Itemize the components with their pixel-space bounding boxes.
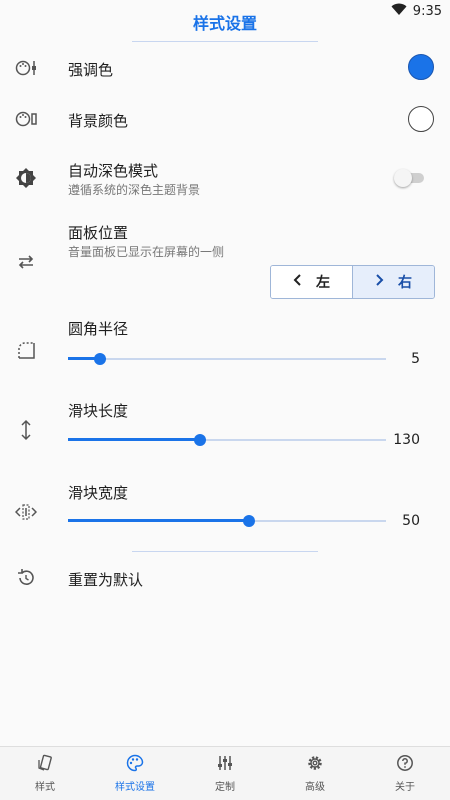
toggle-thumb [394, 169, 412, 187]
section-divider [132, 551, 318, 552]
background-color-swatch[interactable] [408, 106, 434, 132]
swap-horizontal-icon [14, 250, 38, 274]
palette-bar-icon [14, 107, 38, 131]
corner-radius-value: 5 [411, 351, 420, 367]
corner-radius-row: 圆角半径 5 [0, 316, 450, 374]
background-color-label: 背景颜色 [68, 112, 129, 130]
slider-length-value: 130 [393, 432, 420, 448]
nav-item-style-settings[interactable]: 样式设置 [90, 747, 180, 800]
accent-color-swatch[interactable] [408, 54, 434, 80]
auto-dark-description: 遵循系统的深色主题背景 [68, 183, 201, 197]
slider-thumb[interactable] [93, 353, 106, 365]
reset-row[interactable]: 重置为默认 [0, 562, 450, 594]
nav-label-advanced: 高级 [305, 782, 325, 793]
slider-width-slider[interactable] [68, 513, 386, 529]
reset-label: 重置为默认 [68, 571, 144, 589]
horizontal-resize-icon [14, 500, 38, 524]
accent-color-label: 强调色 [68, 61, 114, 79]
auto-dark-toggle[interactable] [394, 168, 426, 188]
phone-style-icon [36, 754, 54, 775]
slider-width-label: 滑块宽度 [68, 484, 129, 502]
header-divider [132, 41, 318, 42]
position-right-label: 右 [398, 275, 412, 291]
nav-label-style: 样式 [35, 782, 55, 793]
chevron-right-icon [375, 274, 384, 290]
palette-icon [126, 754, 144, 775]
auto-dark-row[interactable]: 自动深色模式 遵循系统的深色主题背景 [0, 158, 450, 200]
position-left-label: 左 [316, 275, 330, 291]
slider-width-row: 滑块宽度 50 [0, 480, 450, 538]
slider-length-label: 滑块长度 [68, 402, 129, 420]
slider-length-row: 滑块长度 130 [0, 398, 450, 456]
nav-label-style-settings: 样式设置 [115, 782, 155, 793]
background-color-row[interactable]: 背景颜色 [0, 103, 450, 135]
corner-radius-slider[interactable] [68, 351, 386, 367]
corner-radius-label: 圆角半径 [68, 320, 129, 338]
nav-label-about: 关于 [395, 782, 415, 793]
palette-pin-icon [14, 56, 38, 80]
rounded-corner-icon [14, 338, 38, 362]
slider-length-slider[interactable] [68, 432, 386, 448]
slider-width-value: 50 [402, 513, 420, 529]
brightness-icon [14, 166, 38, 190]
slider-fill [68, 519, 250, 522]
panel-position-label: 面板位置 [68, 224, 129, 242]
panel-position-description: 音量面板已显示在屏幕的一侧 [68, 245, 225, 259]
help-icon [396, 754, 414, 775]
nav-item-about[interactable]: 关于 [360, 747, 450, 800]
accent-color-row[interactable]: 强调色 [0, 52, 450, 84]
nav-item-style[interactable]: 样式 [0, 747, 90, 800]
reset-icon [14, 566, 38, 590]
slider-thumb[interactable] [243, 515, 256, 527]
slider-fill [68, 438, 200, 441]
slider-track [68, 358, 386, 360]
nav-label-custom: 定制 [215, 782, 235, 793]
nav-item-advanced[interactable]: 高级 [270, 747, 360, 800]
position-left-button[interactable]: 左 [271, 266, 352, 298]
chevron-left-icon [293, 274, 302, 290]
auto-dark-label: 自动深色模式 [68, 162, 159, 180]
bottom-navigation: 样式 样式设置 定制 高级 关于 [0, 746, 450, 800]
page-title: 样式设置 [192, 14, 257, 33]
position-right-button[interactable]: 右 [352, 266, 434, 298]
slider-thumb[interactable] [193, 434, 206, 446]
vertical-resize-icon [14, 418, 38, 442]
panel-position-toggle[interactable]: 左 右 [270, 265, 435, 299]
gear-icon [306, 754, 324, 775]
nav-item-custom[interactable]: 定制 [180, 747, 270, 800]
sliders-icon [216, 754, 234, 775]
